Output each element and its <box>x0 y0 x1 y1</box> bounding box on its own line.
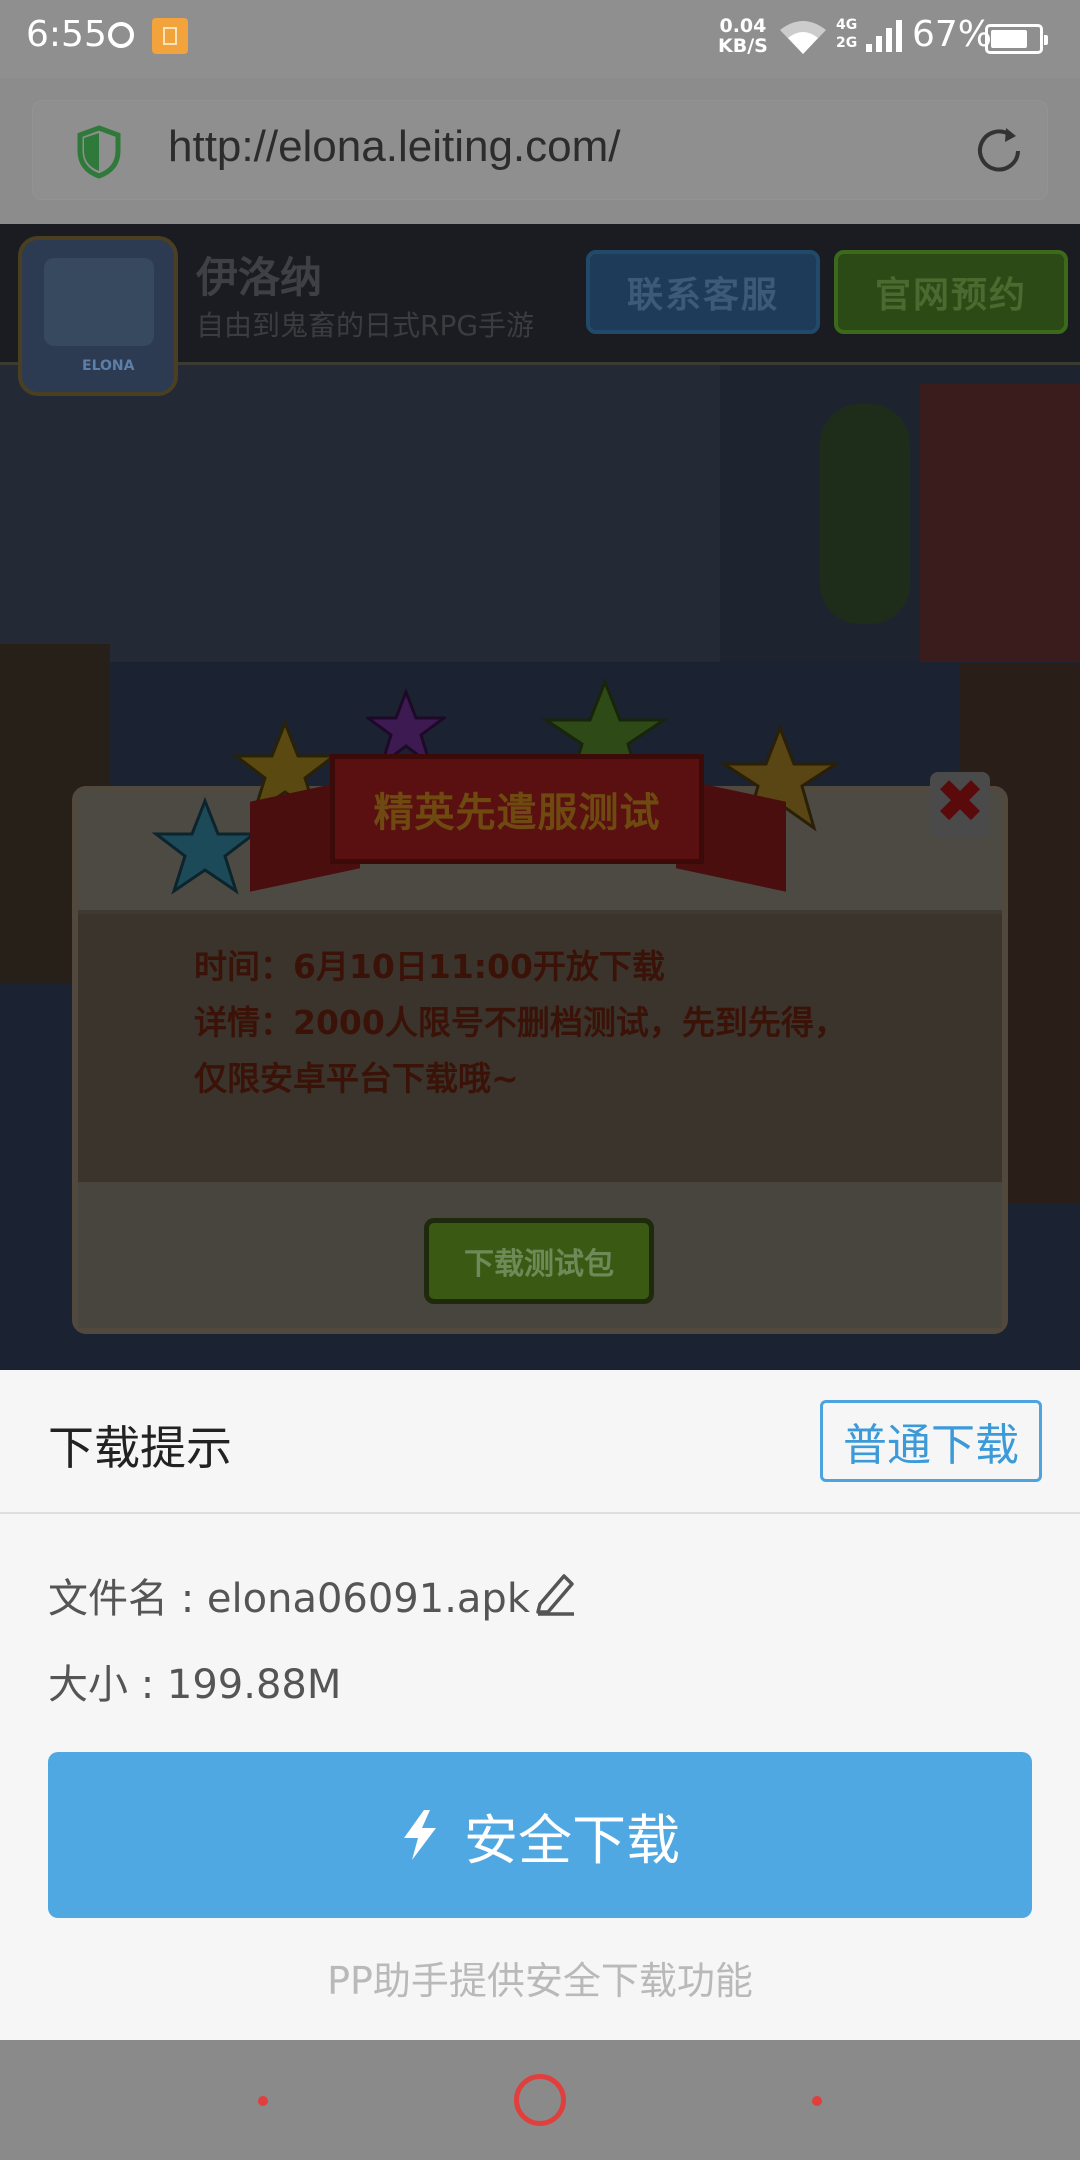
url-text[interactable]: http://elona.leiting.com/ <box>168 122 620 172</box>
blue-star-icon <box>151 796 259 895</box>
lightning-icon <box>404 1810 436 1860</box>
network-speed-value: 0.04 <box>719 15 767 37</box>
status-bar: 6:55 0.04 KB/S 4G 2G 67% <box>0 0 1080 78</box>
web-page: 伊洛纳 自由到鬼畜的日式RPG手游 联系客服 官网预约 时间：6月10日11:0… <box>0 224 1080 1370</box>
file-size-label: 大小 : 199.88M <box>48 1662 342 1708</box>
scene-tower <box>0 362 720 662</box>
official-reserve-button[interactable]: 官网预约 <box>834 250 1068 334</box>
scene-house <box>920 384 1080 684</box>
network-2g-label: 2G <box>836 35 858 51</box>
modal-time-line: 时间：6月10日11:00开放下载 <box>194 947 665 986</box>
download-test-package-button[interactable]: 下载测试包 <box>424 1218 654 1304</box>
game-title: 伊洛纳 <box>196 253 323 302</box>
file-name-label: 文件名 : elona06091.apk <box>48 1576 530 1622</box>
game-subtitle: 自由到鬼畜的日式RPG手游 <box>196 309 535 342</box>
nav-back-button[interactable] <box>258 2096 268 2106</box>
game-header: 伊洛纳 自由到鬼畜的日式RPG手游 联系客服 官网预约 <box>0 224 1080 396</box>
browser-toolbar: http://elona.leiting.com/ <box>0 78 1080 224</box>
status-time: 6:55 <box>26 14 107 55</box>
wifi-icon <box>780 21 826 54</box>
modal-details-line: 详情：2000人限号不删档测试，先到先得， <box>194 1003 847 1042</box>
secure-shield-icon <box>77 125 121 179</box>
normal-download-button[interactable]: 普通下载 <box>820 1400 1042 1482</box>
edit-pencil-icon[interactable] <box>530 1566 582 1618</box>
sim-card-icon <box>152 18 188 54</box>
network-4g-label: 4G <box>836 17 858 33</box>
divider <box>0 1512 1080 1514</box>
battery-icon <box>985 24 1048 54</box>
modal-ribbon-title: 精英先遣服测试 <box>373 790 661 836</box>
signal-icon <box>866 20 902 52</box>
contact-support-button[interactable]: 联系客服 <box>586 250 820 334</box>
sync-icon <box>108 22 134 48</box>
sheet-title: 下载提示 <box>48 1421 232 1475</box>
nav-home-button[interactable] <box>514 2074 566 2126</box>
close-icon: ✖ <box>934 767 986 837</box>
pp-assistant-note: PP助手提供安全下载功能 <box>327 1959 753 2003</box>
network-type: 4G 2G <box>836 16 857 52</box>
battery-percent: 67% <box>912 14 993 55</box>
safe-download-button[interactable]: 安全下载 <box>48 1752 1032 1918</box>
modal-platform-line: 仅限安卓平台下载哦~ <box>194 1059 519 1098</box>
reload-icon[interactable] <box>972 124 1026 178</box>
modal-close-button[interactable]: ✖ <box>930 772 990 838</box>
navigation-bar <box>0 2040 1080 2160</box>
address-bar[interactable]: http://elona.leiting.com/ <box>32 100 1048 200</box>
nav-recents-button[interactable] <box>812 2096 822 2106</box>
network-speed-unit: KB/S <box>718 35 768 57</box>
download-prompt-sheet: 下载提示 普通下载 文件名 : elona06091.apk 大小 : 199.… <box>0 1370 1080 2040</box>
network-speed: 0.04 KB/S <box>718 16 768 56</box>
game-logo-image <box>18 236 178 396</box>
modal-body: 时间：6月10日11:00开放下载 详情：2000人限号不删档测试，先到先得， … <box>78 914 1002 1182</box>
scene-trees <box>820 404 910 624</box>
safe-download-label: 安全下载 <box>464 1808 680 1872</box>
